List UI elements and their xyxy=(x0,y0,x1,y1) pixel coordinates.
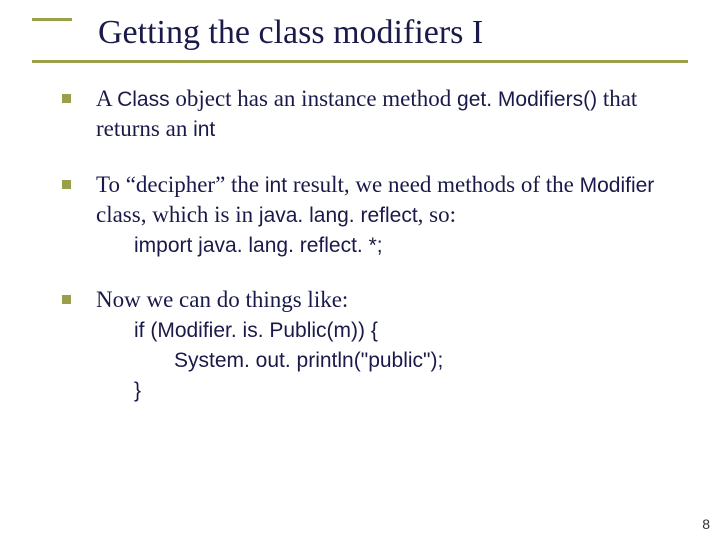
square-bullet-icon xyxy=(62,295,71,304)
code-run: Class xyxy=(117,88,170,111)
code-line: if (Modifier. is. Public(m)) { xyxy=(134,319,378,342)
page-number: 8 xyxy=(702,516,710,532)
slide-title: Getting the class modifiers I xyxy=(98,14,483,52)
code-line: System. out. println("public"); xyxy=(174,349,443,372)
code-run: Modifier xyxy=(580,174,655,197)
code-run: int xyxy=(265,174,287,197)
text-run: object has an instance method xyxy=(175,86,457,111)
accent-rule-bottom xyxy=(32,60,688,63)
text-run: To “decipher” the xyxy=(96,172,265,197)
text-run: result, we need methods of the xyxy=(293,172,580,197)
square-bullet-icon xyxy=(62,94,71,103)
bullet-item: To “decipher” the int result, we need me… xyxy=(62,170,690,260)
bullet-item: A Class object has an instance method ge… xyxy=(62,84,690,144)
slide-body: A Class object has an instance method ge… xyxy=(62,84,690,430)
code-run: java. lang. reflect xyxy=(259,204,418,227)
code-line: import java. lang. reflect. *; xyxy=(134,234,383,257)
square-bullet-icon xyxy=(62,180,71,189)
accent-rule-top xyxy=(32,18,72,21)
bullet-item: Now we can do things like: if (Modifier.… xyxy=(62,285,690,404)
code-run: get. Modifiers() xyxy=(457,88,597,111)
text-run: A xyxy=(96,86,117,111)
code-run: int xyxy=(193,118,215,141)
code-line: } xyxy=(134,379,141,402)
text-run: , so: xyxy=(418,202,456,227)
text-run: Now we can do things like: xyxy=(96,287,348,312)
text-run: class, which is in xyxy=(96,202,259,227)
